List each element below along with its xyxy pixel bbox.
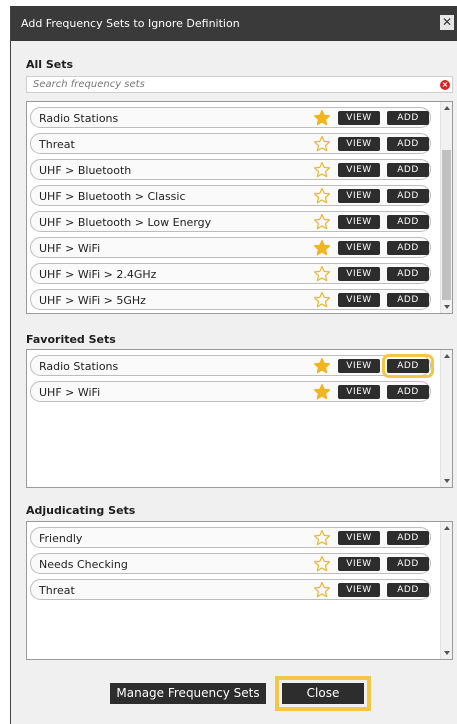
- set-label: Radio Stations: [39, 112, 119, 125]
- view-button[interactable]: VIEW: [338, 189, 380, 203]
- scroll-down-icon[interactable]: [444, 651, 450, 655]
- view-button[interactable]: VIEW: [338, 293, 380, 307]
- scroll-down-icon[interactable]: [444, 305, 450, 309]
- star-icon[interactable]: [313, 555, 331, 573]
- all-sets-list: Radio Stations VIEW ADD Threat VIEW ADD UHF > …: [26, 101, 453, 314]
- list-item[interactable]: UHF > WiFi > 2.4GHz VIEW ADD: [30, 263, 431, 284]
- list-item[interactable]: Needs Checking VIEW ADD: [30, 553, 431, 574]
- list-item[interactable]: Threat VIEW ADD: [30, 579, 431, 600]
- star-icon[interactable]: [313, 239, 331, 257]
- star-icon[interactable]: [313, 291, 331, 309]
- list-item[interactable]: Threat VIEW ADD: [30, 133, 431, 154]
- add-button[interactable]: ADD: [387, 385, 429, 399]
- add-button[interactable]: ADD: [387, 111, 429, 125]
- manage-frequency-sets-button[interactable]: Manage Frequency Sets: [110, 683, 266, 704]
- view-button[interactable]: VIEW: [338, 241, 380, 255]
- set-label: Threat: [39, 584, 75, 597]
- favorited-sets-scrollbar[interactable]: [440, 350, 452, 487]
- star-icon[interactable]: [313, 161, 331, 179]
- star-icon[interactable]: [313, 357, 331, 375]
- set-label: Radio Stations: [39, 360, 119, 373]
- all-sets-label: All Sets: [26, 58, 74, 71]
- add-button[interactable]: ADD: [387, 557, 429, 571]
- list-item[interactable]: UHF > Bluetooth > Classic VIEW ADD: [30, 185, 431, 206]
- set-label: Friendly: [39, 532, 83, 545]
- star-icon[interactable]: [313, 383, 331, 401]
- star-icon[interactable]: [313, 109, 331, 127]
- list-item[interactable]: UHF > WiFi VIEW ADD: [30, 381, 431, 402]
- add-button[interactable]: ADD: [387, 137, 429, 151]
- search-box: ×: [26, 76, 453, 93]
- star-icon[interactable]: [313, 135, 331, 153]
- dialog-title: Add Frequency Sets to Ignore Definition: [21, 17, 240, 30]
- view-button[interactable]: VIEW: [338, 531, 380, 545]
- view-button[interactable]: VIEW: [338, 137, 380, 151]
- view-button[interactable]: VIEW: [338, 385, 380, 399]
- view-button[interactable]: VIEW: [338, 163, 380, 177]
- clear-search-icon[interactable]: ×: [440, 80, 450, 90]
- add-button[interactable]: ADD: [387, 267, 429, 281]
- view-button[interactable]: VIEW: [338, 267, 380, 281]
- set-label: UHF > Bluetooth > Low Energy: [39, 216, 212, 229]
- add-button[interactable]: ADD: [387, 215, 429, 229]
- set-label: UHF > Bluetooth > Classic: [39, 190, 186, 203]
- set-label: UHF > WiFi: [39, 242, 101, 255]
- star-icon[interactable]: [313, 213, 331, 231]
- favorited-sets-label: Favorited Sets: [26, 333, 116, 346]
- set-label: UHF > WiFi: [39, 386, 101, 399]
- scroll-down-icon[interactable]: [444, 479, 450, 483]
- star-icon[interactable]: [313, 581, 331, 599]
- list-item[interactable]: UHF > WiFi VIEW ADD: [30, 237, 431, 258]
- view-button[interactable]: VIEW: [338, 111, 380, 125]
- favorited-sets-list: Radio Stations VIEW ADD UHF > WiFi VIEW ADD: [26, 349, 453, 488]
- add-frequency-sets-dialog: Add Frequency Sets to Ignore Definition …: [10, 6, 457, 724]
- list-item[interactable]: UHF > Bluetooth > Low Energy VIEW ADD: [30, 211, 431, 232]
- set-label: UHF > Bluetooth: [39, 164, 132, 177]
- close-icon[interactable]: ✕: [440, 15, 454, 30]
- search-input[interactable]: [27, 77, 417, 92]
- adjudicating-sets-list: Friendly VIEW ADD Needs Checking VIEW ADD Thre…: [26, 521, 453, 660]
- scroll-up-icon[interactable]: [444, 106, 450, 110]
- list-item[interactable]: Radio Stations VIEW ADD: [30, 354, 434, 378]
- view-button[interactable]: VIEW: [338, 557, 380, 571]
- set-label: UHF > WiFi > 2.4GHz: [39, 268, 157, 281]
- adjudicating-sets-label: Adjudicating Sets: [26, 504, 136, 517]
- view-button[interactable]: VIEW: [338, 359, 380, 373]
- star-icon[interactable]: [313, 187, 331, 205]
- add-button[interactable]: ADD: [387, 163, 429, 177]
- close-button[interactable]: Close: [275, 676, 371, 711]
- list-item[interactable]: UHF > Bluetooth VIEW ADD: [30, 159, 431, 180]
- scroll-up-icon[interactable]: [444, 354, 450, 358]
- add-button[interactable]: ADD: [387, 241, 429, 255]
- all-sets-scrollbar[interactable]: [440, 102, 452, 313]
- scrollbar-thumb[interactable]: [442, 150, 451, 300]
- star-icon[interactable]: [313, 529, 331, 547]
- set-label: UHF > WiFi > 5GHz: [39, 294, 146, 307]
- add-button[interactable]: ADD: [387, 293, 429, 307]
- add-button[interactable]: ADD: [387, 583, 429, 597]
- set-label: Threat: [39, 138, 75, 151]
- star-icon[interactable]: [313, 265, 331, 283]
- list-item[interactable]: UHF > WiFi > 5GHz VIEW ADD: [30, 289, 431, 310]
- list-item[interactable]: Friendly VIEW ADD: [30, 527, 431, 548]
- add-button[interactable]: ADD: [382, 354, 434, 378]
- adjudicating-sets-scrollbar[interactable]: [440, 522, 452, 659]
- view-button[interactable]: VIEW: [338, 583, 380, 597]
- scroll-up-icon[interactable]: [444, 526, 450, 530]
- set-label: Needs Checking: [39, 558, 128, 571]
- view-button[interactable]: VIEW: [338, 215, 380, 229]
- dialog-titlebar: Add Frequency Sets to Ignore Definition …: [11, 6, 457, 41]
- list-item[interactable]: Radio Stations VIEW ADD: [30, 107, 431, 128]
- add-button[interactable]: ADD: [387, 531, 429, 545]
- add-button[interactable]: ADD: [387, 189, 429, 203]
